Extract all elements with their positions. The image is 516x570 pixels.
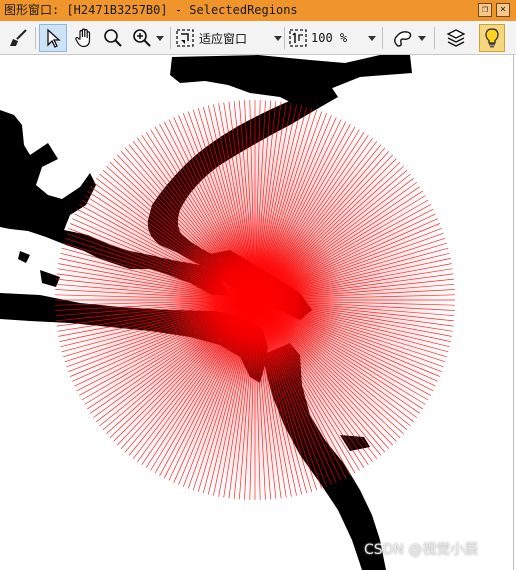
- region-ray-lines: [55, 100, 455, 500]
- toolbar-separator: [434, 27, 435, 49]
- toolbar-separator: [35, 27, 36, 49]
- chevron-down-icon: [417, 35, 426, 41]
- chevron-down-icon: [368, 35, 376, 41]
- region-visualization: [0, 55, 455, 570]
- pointer-icon: [47, 28, 61, 48]
- zoom-in-dropdown[interactable]: [128, 24, 166, 52]
- fit-window-dropdown[interactable]: 适应窗口: [174, 24, 286, 52]
- restore-button[interactable]: ❐: [478, 3, 492, 17]
- toolbar-separator: [284, 27, 285, 49]
- window-titlebar[interactable]: 图形窗口: [H2471B3257B0] - SelectedRegions ❐…: [0, 0, 516, 21]
- chevron-down-icon: [274, 35, 282, 41]
- toolbar-separator: [382, 27, 383, 49]
- close-icon: ×: [499, 4, 507, 15]
- hand-icon: [75, 28, 91, 48]
- layers-button[interactable]: [442, 24, 470, 52]
- zoom-level-dropdown[interactable]: 100 %: [287, 24, 380, 52]
- chevron-down-icon: [155, 35, 164, 41]
- pan-tool-button[interactable]: [70, 24, 98, 52]
- toolbar: 适应窗口 100 %: [0, 21, 516, 55]
- mask-top-strip: [170, 55, 412, 105]
- toolbar-separator: [170, 27, 171, 49]
- draw-shape-dropdown[interactable]: [386, 24, 430, 52]
- zoom-level-value: 100 %: [311, 31, 348, 45]
- layers-icon: [446, 29, 466, 47]
- freeform-shape-icon: [393, 31, 411, 47]
- canvas-right-border: [513, 55, 514, 570]
- graphics-canvas[interactable]: [0, 55, 516, 570]
- magnifier-icon: [104, 29, 122, 47]
- select-tool-button[interactable]: [39, 24, 67, 52]
- restore-icon: ❐: [481, 4, 489, 15]
- fit-window-icon: [176, 29, 194, 47]
- window-title: 图形窗口: [H2471B3257B0] - SelectedRegions: [4, 3, 298, 17]
- mask-left-specks: [18, 251, 60, 287]
- lightbulb-icon: [485, 28, 499, 48]
- zoom-in-icon: [132, 29, 151, 47]
- fit-window-label: 适应窗口: [199, 31, 248, 46]
- clear-button[interactable]: [4, 24, 32, 52]
- close-button[interactable]: ×: [496, 3, 510, 17]
- zoom-tool-button[interactable]: [100, 24, 126, 52]
- watermark-text: CSDN @视觉小辰: [364, 542, 479, 558]
- lightbulb-toggle[interactable]: [479, 24, 505, 52]
- brush-icon: [10, 29, 27, 46]
- zoom-level-icon: [289, 29, 307, 47]
